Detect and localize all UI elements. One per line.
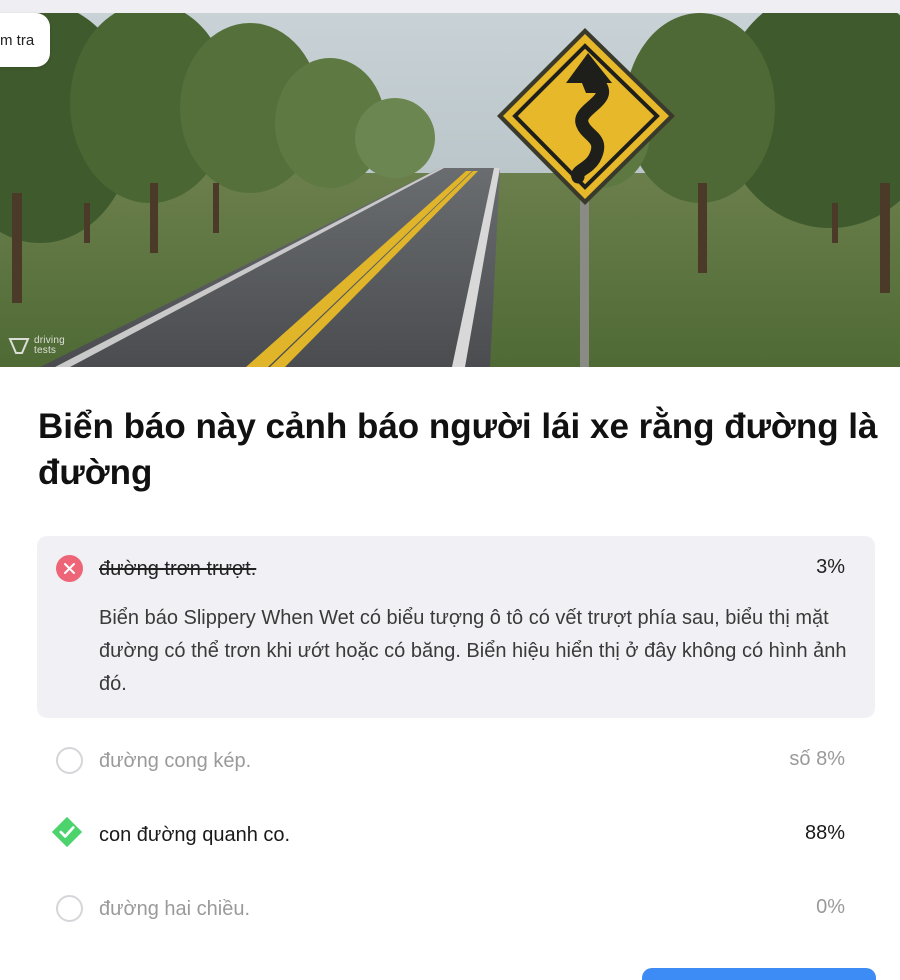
- close-icon: [56, 555, 83, 582]
- answer-label: con đường quanh co.: [99, 824, 291, 846]
- answer-label: đường trơn trượt.: [99, 558, 257, 580]
- checkmark-icon: [51, 816, 83, 848]
- answer-percent: 3%: [816, 556, 845, 578]
- answer-label: đường hai chiều.: [99, 898, 251, 920]
- answer-explanation: Biển báo Slippery When Wet có biểu tượng…: [99, 607, 847, 695]
- answer-percent: số 8%: [789, 748, 845, 770]
- quiz-badge-label: m tra: [0, 31, 35, 49]
- answer-option-wrong[interactable]: đường trơn trượt. 3% Biển báo Slippery W…: [37, 536, 875, 718]
- answer-row: đường trơn trượt. 3%: [37, 536, 875, 600]
- logo-text-line2: tests: [34, 345, 57, 356]
- answer-option[interactable]: đường hai chiều. 0%: [37, 876, 875, 950]
- answer-label: đường cong kép.: [99, 750, 252, 772]
- driving-tests-logo: driving tests: [8, 336, 65, 356]
- quiz-badge[interactable]: m tra: [0, 13, 51, 67]
- question-text: Biển báo này cảnh báo người lái xe rằng …: [38, 407, 878, 492]
- answer-option[interactable]: đường cong kép. số 8%: [37, 728, 875, 802]
- answer-option-correct[interactable]: con đường quanh co. 88%: [37, 802, 875, 876]
- answer-percent: 0%: [816, 896, 845, 918]
- answer-row: con đường quanh co. 88%: [37, 802, 875, 866]
- question-image: [0, 13, 900, 367]
- next-button[interactable]: [642, 968, 876, 980]
- answer-row: đường cong kép. số 8%: [37, 728, 875, 792]
- answer-row: đường hai chiều. 0%: [37, 876, 875, 940]
- winding-road-scene: [0, 13, 900, 367]
- answer-percent: 88%: [804, 822, 845, 844]
- radio-circle-icon: [56, 747, 83, 774]
- logo-icon: [8, 338, 30, 354]
- radio-circle-icon: [56, 895, 83, 922]
- top-strip: [0, 0, 900, 13]
- answer-options: đường trơn trượt. 3% Biển báo Slippery W…: [37, 536, 875, 950]
